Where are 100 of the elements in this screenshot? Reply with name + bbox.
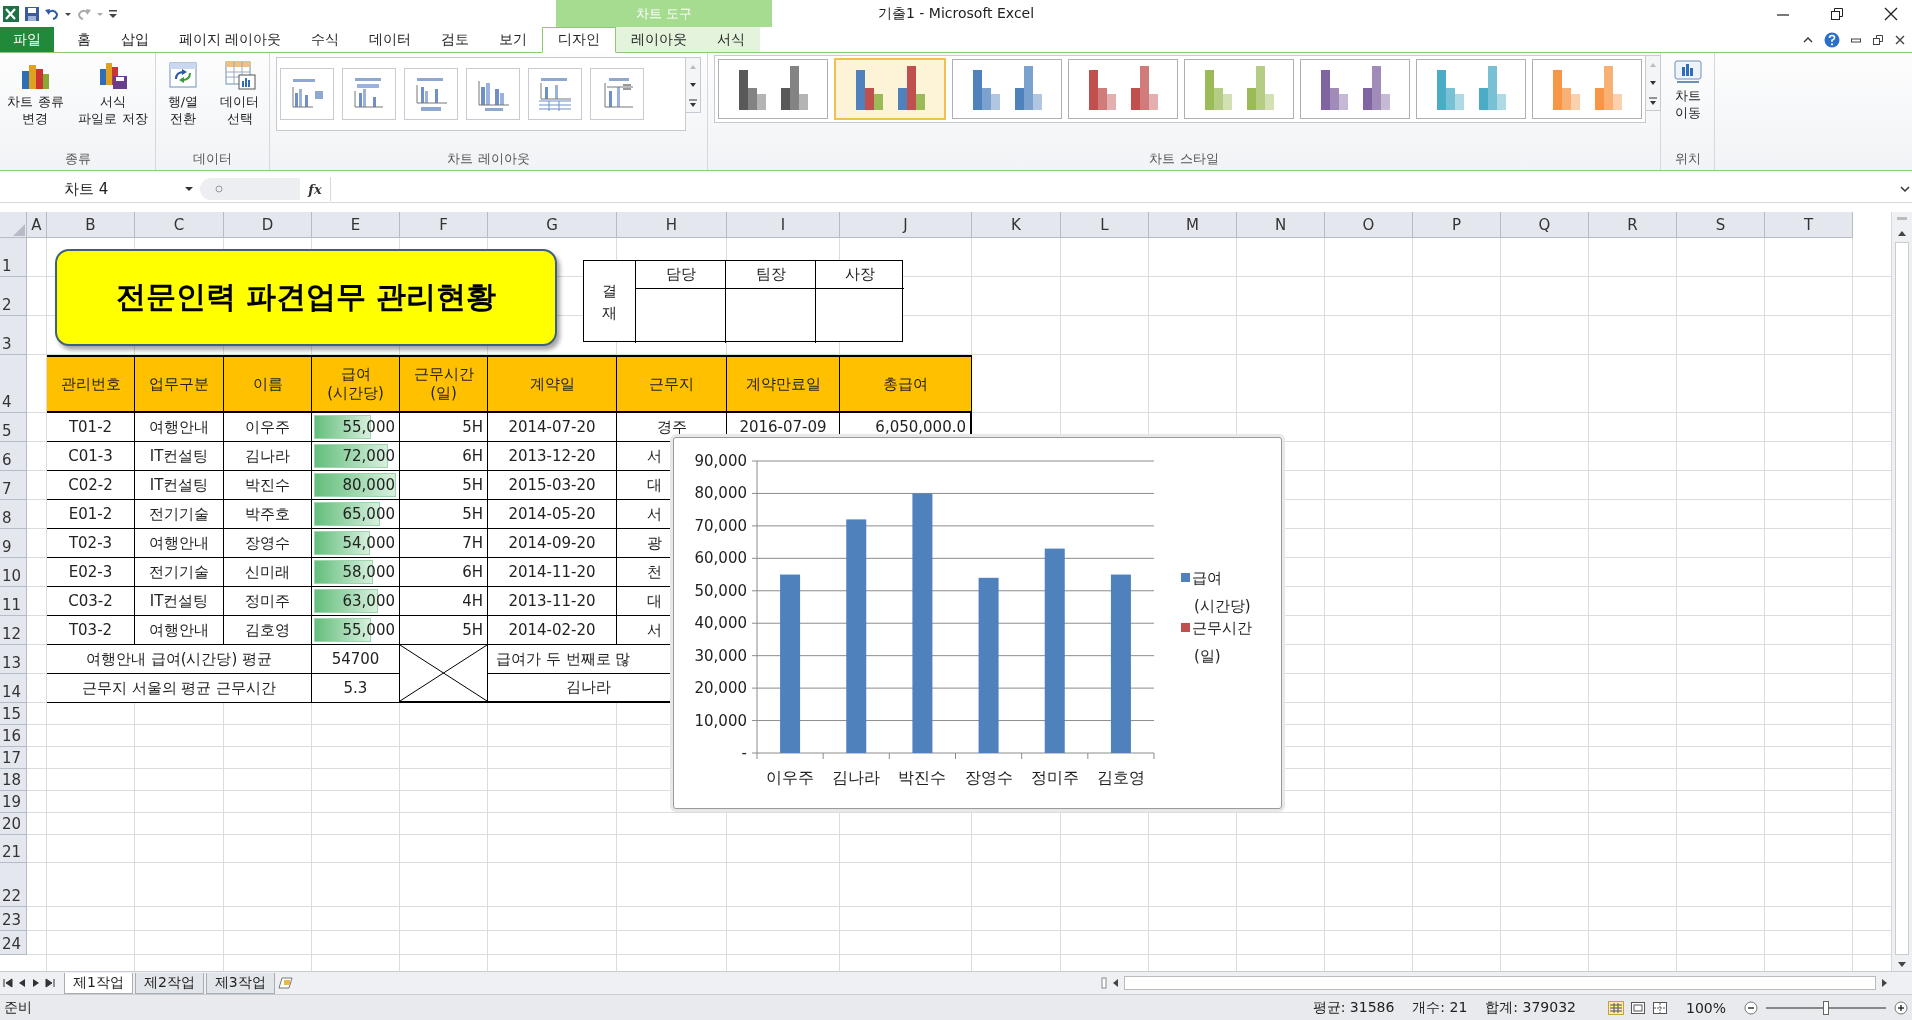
row-header[interactable]: 12: [0, 616, 27, 645]
close-icon[interactable]: [1894, 33, 1906, 46]
dropdown-caret-icon[interactable]: [184, 184, 194, 194]
row-header[interactable]: 10: [0, 558, 27, 587]
ribbon-tab[interactable]: 보기: [484, 27, 543, 52]
column-header[interactable]: T: [1765, 212, 1853, 238]
column-header[interactable]: L: [1061, 212, 1149, 238]
column-header[interactable]: O: [1325, 212, 1413, 238]
row-header[interactable]: 23: [0, 907, 27, 931]
ribbon-tab[interactable]: 검토: [426, 27, 485, 52]
ribbon-tab[interactable]: 수식: [296, 27, 355, 52]
chart-style-option[interactable]: [1300, 59, 1410, 119]
row-header[interactable]: 19: [0, 791, 27, 813]
column-header[interactable]: A: [27, 212, 47, 238]
column-header[interactable]: S: [1677, 212, 1765, 238]
row-header[interactable]: 3: [0, 316, 27, 355]
sheet-tab[interactable]: 제1작업: [64, 972, 133, 994]
normal-view-icon[interactable]: [1607, 1000, 1624, 1015]
horizontal-scrollbar[interactable]: [1124, 976, 1876, 990]
row-header[interactable]: 8: [0, 500, 27, 529]
zoom-out-icon[interactable]: [1744, 1000, 1758, 1015]
column-header[interactable]: H: [617, 212, 727, 238]
column-header[interactable]: B: [47, 212, 135, 238]
zoom-slider-handle[interactable]: [1823, 1000, 1829, 1015]
row-header[interactable]: 2: [0, 277, 27, 316]
ribbon-tab[interactable]: 페이지 레이아웃: [164, 27, 297, 52]
row-header[interactable]: 16: [0, 725, 27, 747]
row-header[interactable]: 24: [0, 931, 27, 955]
last-sheet-icon[interactable]: [44, 977, 56, 989]
row-header[interactable]: 5: [0, 413, 27, 442]
spreadsheet-app-icon[interactable]: [2, 4, 20, 23]
row-header[interactable]: 6: [0, 442, 27, 471]
vertical-scrollbar[interactable]: [1895, 242, 1909, 955]
column-header[interactable]: D: [224, 212, 312, 238]
chart-layout-option[interactable]: [280, 68, 334, 120]
row-header[interactable]: 9: [0, 529, 27, 558]
ribbon-tab[interactable]: 홈: [62, 27, 106, 52]
column-header[interactable]: G: [488, 212, 617, 238]
chart-layout-option[interactable]: [590, 68, 644, 120]
ribbon-tab[interactable]: 디자인: [542, 27, 617, 53]
row-header[interactable]: 11: [0, 587, 27, 616]
insert-function-button[interactable]: fx: [300, 181, 330, 197]
column-header[interactable]: M: [1149, 212, 1237, 238]
split-handle-icon[interactable]: [1100, 976, 1108, 990]
ribbon-button[interactable]: 행/열 전환: [167, 93, 199, 127]
row-header[interactable]: 18: [0, 769, 27, 791]
help-icon[interactable]: [1824, 31, 1840, 48]
column-header[interactable]: P: [1413, 212, 1501, 238]
category-label: 이우주: [766, 768, 815, 787]
handle-icon[interactable]: [214, 184, 224, 194]
name-box[interactable]: 차트 4: [0, 178, 200, 200]
ribbon-button[interactable]: 데이터 선택: [220, 93, 259, 127]
row-header[interactable]: 17: [0, 747, 27, 769]
chart-layout-option[interactable]: [404, 68, 458, 120]
sheet-tab[interactable]: 제2작업: [134, 972, 204, 994]
page-layout-icon[interactable]: [1629, 1000, 1646, 1015]
ribbon-button[interactable]: 차트 종류 변경: [7, 93, 64, 127]
chart-layout-option[interactable]: [466, 68, 520, 120]
ribbon-button[interactable]: 서식 파일로 저장: [78, 93, 148, 127]
zoom-in-icon[interactable]: [1894, 1000, 1908, 1015]
row-header[interactable]: 1: [0, 238, 27, 277]
row-header[interactable]: 14: [0, 674, 27, 703]
row-header[interactable]: 13: [0, 645, 27, 674]
column-header[interactable]: R: [1589, 212, 1677, 238]
ribbon-tab[interactable]: 파일: [0, 27, 54, 52]
page-break-icon[interactable]: [1651, 1000, 1668, 1015]
ribbon-button[interactable]: 차트 이동: [1674, 87, 1701, 121]
restore-icon[interactable]: [1830, 6, 1844, 21]
group-label: 종류: [63, 150, 92, 168]
row-header[interactable]: 22: [0, 863, 27, 907]
zoom-level[interactable]: 100%: [1685, 999, 1726, 1016]
chart-style-option[interactable]: [1068, 59, 1178, 119]
ribbon-tab[interactable]: 레이아웃: [616, 27, 703, 52]
chart-layout-option[interactable]: [342, 68, 396, 120]
column-header[interactable]: I: [727, 212, 840, 238]
close-icon[interactable]: [1884, 6, 1898, 21]
row-header[interactable]: 20: [0, 813, 27, 835]
column-header[interactable]: N: [1237, 212, 1325, 238]
sheet-tab[interactable]: 제3작업: [205, 972, 275, 994]
chart-style-option[interactable]: [718, 59, 828, 119]
column-header[interactable]: K: [972, 212, 1061, 238]
ribbon-tab[interactable]: 삽입: [106, 27, 164, 52]
chart-area[interactable]: - 10,000 20,000 30,000 40,000 50,000 60,000 70,000 80,000 90,000 이우주 김나라 박진수 장영수 정미주 김호영 급여 (시간당) 근무시간 (일): [673, 437, 1282, 809]
chart-style-option[interactable]: [834, 58, 946, 120]
restore-icon[interactable]: [1872, 33, 1884, 46]
row-header[interactable]: 7: [0, 471, 27, 500]
chart-style-option[interactable]: [952, 59, 1062, 119]
column-header[interactable]: J: [840, 212, 972, 238]
ribbon-tab[interactable]: 데이터: [354, 27, 427, 52]
save-icon[interactable]: [24, 5, 40, 22]
column-header[interactable]: F: [400, 212, 488, 238]
row-header[interactable]: 4: [0, 355, 27, 413]
column-header[interactable]: E: [312, 212, 400, 238]
column-header[interactable]: C: [135, 212, 224, 238]
column-header[interactable]: Q: [1501, 212, 1589, 238]
row-header[interactable]: 21: [0, 835, 27, 863]
insert-sheet-icon[interactable]: [276, 976, 295, 990]
ribbon-tab[interactable]: 서식: [702, 27, 761, 52]
first-sheet-icon[interactable]: [2, 977, 14, 989]
row-header[interactable]: 15: [0, 703, 27, 725]
